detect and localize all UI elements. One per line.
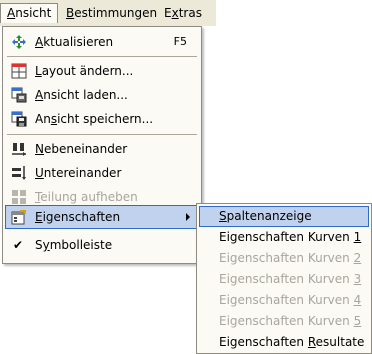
menu-item-label: Eigenschaften <box>35 210 121 224</box>
menu-extras[interactable]: Extras <box>158 3 208 23</box>
menu-item-label: Aktualisieren <box>35 35 114 49</box>
eigenschaften-submenu: Spaltenanzeige Eigenschaften Kurven 1 Ei… <box>196 203 372 354</box>
properties-icon <box>11 210 26 225</box>
save-view-icon <box>11 111 27 127</box>
layout-icon <box>11 63 27 79</box>
menu-item-untereinander[interactable]: Untereinander <box>5 161 199 185</box>
menu-bar: Ansicht Bestimmungen Extras <box>0 0 216 26</box>
menu-item-layout-aendern[interactable]: Layout ändern... <box>5 59 199 83</box>
submenu-item-spaltenanzeige[interactable]: Spaltenanzeige <box>199 206 369 227</box>
menu-separator <box>7 134 197 135</box>
menu-item-label: Layout ändern... <box>35 64 134 78</box>
menu-item-nebeneinander[interactable]: Nebeneinander <box>5 137 199 161</box>
menu-bestimmungen-mnemonic: B <box>66 6 75 20</box>
split-remove-icon <box>12 190 26 204</box>
load-view-icon <box>11 87 27 103</box>
menu-item-label: Ansicht laden... <box>35 88 128 102</box>
menu-item-ansicht-speichern[interactable]: Ansicht speichern... <box>5 107 199 131</box>
menu-item-ansicht-laden[interactable]: Ansicht laden... <box>5 83 199 107</box>
menu-item-label: Symbolleiste <box>35 238 113 252</box>
menu-ansicht[interactable]: Ansicht <box>0 3 59 23</box>
shortcut-f5: F5 <box>173 35 187 48</box>
submenu-item-kurven-5: Eigenschaften Kurven 5 <box>219 314 362 328</box>
stacked-icon <box>12 166 26 180</box>
refresh-icon <box>12 35 26 49</box>
check-icon: ✔ <box>13 238 24 252</box>
menu-item-eigenschaften[interactable]: Eigenschaften <box>5 205 199 229</box>
side-by-side-icon <box>12 143 26 156</box>
menu-bestimmungen-text-rest: estimmungen <box>74 6 158 20</box>
menu-bestimmungen[interactable]: Bestimmungen <box>60 3 163 23</box>
menu-item-aktualisieren[interactable]: Aktualisieren F5 <box>5 30 199 54</box>
menu-separator <box>7 56 197 57</box>
submenu-item-resultate[interactable]: Eigenschaften Resultate <box>199 332 369 353</box>
submenu-arrow-icon <box>186 213 190 221</box>
menu-extras-mnemonic: x <box>171 6 179 20</box>
menu-item-label: Ansicht speichern... <box>35 112 154 126</box>
submenu-item-kurven-4: Eigenschaften Kurven 4 <box>219 293 362 307</box>
menu-extras-text: E <box>164 6 172 20</box>
menu-ansicht-mnemonic: A <box>7 6 16 20</box>
submenu-item-kurven-2: Eigenschaften Kurven 2 <box>219 251 362 265</box>
submenu-item-kurven-1[interactable]: Eigenschaften Kurven 1 <box>199 227 369 248</box>
submenu-item-kurven-3: Eigenschaften Kurven 3 <box>219 272 362 286</box>
menu-item-label: Untereinander <box>35 166 122 180</box>
menu-item-label: Nebeneinander <box>35 142 128 156</box>
menu-item-symbolleiste[interactable]: ✔ Symbolleiste <box>5 233 199 257</box>
menu-extras-text-rest: tras <box>178 6 202 20</box>
menu-ansicht-text-rest: nsicht <box>15 6 52 20</box>
ansicht-dropdown-menu: Aktualisieren F5 Layout ändern... Ansich… <box>2 26 202 264</box>
